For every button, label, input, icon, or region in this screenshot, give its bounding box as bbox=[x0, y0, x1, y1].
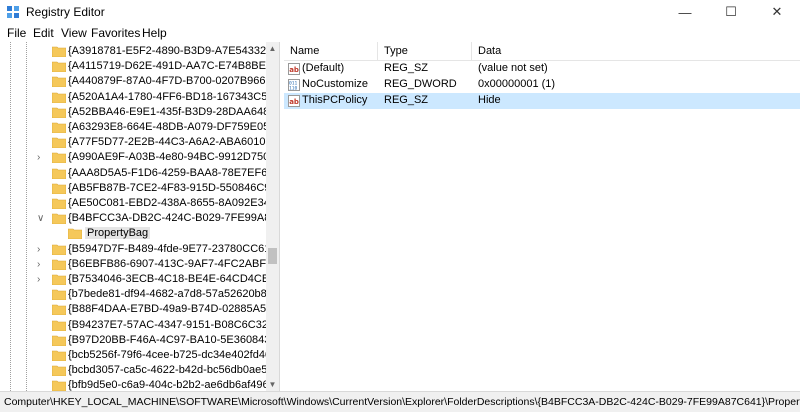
value-name: NoCustomize bbox=[302, 78, 369, 90]
folder-icon bbox=[52, 213, 66, 225]
tree-item-label: {AB5FB87B-7CE2-4F83-915D-550846C9537B} bbox=[68, 181, 279, 194]
string-value-icon: ab bbox=[288, 63, 300, 75]
svg-text:ab: ab bbox=[289, 66, 299, 74]
column-header-name[interactable]: Name bbox=[290, 45, 319, 57]
value-row[interactable]: ab (Default) REG_SZ (value not set) bbox=[284, 61, 800, 77]
list-header: Name Type Data bbox=[284, 42, 800, 61]
tree-item-label: {B5947D7F-B489-4fde-9E77-23780CC610D1} bbox=[68, 242, 279, 255]
folder-icon bbox=[52, 61, 66, 73]
folder-icon bbox=[52, 244, 66, 255]
value-data: (value not set) bbox=[478, 62, 548, 74]
folder-icon bbox=[52, 77, 66, 88]
status-bar: Computer\HKEY_LOCAL_MACHINE\SOFTWARE\Mic… bbox=[0, 391, 800, 412]
tree-item-label: {A4115719-D62E-491D-AA7C-E74B8BE3B067} bbox=[68, 60, 279, 73]
tree-item-label: {AAA8D5A5-F1D6-4259-BAA8-78E7EF60835E} bbox=[68, 166, 279, 179]
svg-text:110: 110 bbox=[289, 86, 298, 92]
folder-icon bbox=[68, 229, 82, 240]
registry-editor-icon bbox=[7, 6, 19, 18]
chevron-down-icon[interactable]: ∨ bbox=[37, 213, 47, 225]
menu-file[interactable]: File bbox=[7, 26, 26, 40]
value-type: REG_DWORD bbox=[384, 78, 457, 90]
value-type: REG_SZ bbox=[384, 94, 429, 106]
tree-item[interactable]: {bfb9d5e0-c6a9-404c-b2b2-ae6db6af4968} bbox=[0, 377, 278, 391]
column-header-data[interactable]: Data bbox=[478, 45, 501, 57]
tree-item-label: {A440879F-87A0-4F7D-B700-0207B966194A} bbox=[68, 75, 279, 88]
maximize-icon: ☐ bbox=[725, 4, 737, 19]
minimize-button[interactable]: — bbox=[662, 0, 708, 24]
column-divider[interactable] bbox=[377, 42, 378, 60]
maximize-button[interactable]: ☐ bbox=[708, 0, 754, 24]
close-button[interactable]: ✕ bbox=[754, 0, 800, 24]
tree-item-label: {A52BBA46-E9E1-435f-B3D9-28DAA648C0F6} bbox=[68, 105, 279, 118]
column-header-type[interactable]: Type bbox=[384, 45, 408, 57]
tree-item-label: {B94237E7-57AC-4347-9151-B08C6C32D1F7} bbox=[68, 318, 279, 331]
menu-bar: File Edit View Favorites Help bbox=[0, 24, 800, 42]
chevron-right-icon[interactable]: › bbox=[37, 244, 47, 256]
scrollbar-thumb[interactable] bbox=[268, 248, 277, 264]
folder-icon bbox=[52, 122, 66, 133]
tree-item-label: {bcbd3057-ca5c-4622-b42d-bc56db0ae516} bbox=[68, 364, 279, 377]
value-data: Hide bbox=[478, 94, 501, 106]
tree-scrollbar[interactable]: ▲ ▼ bbox=[266, 42, 279, 391]
binary-value-icon: 011110 bbox=[288, 79, 300, 91]
folder-icon bbox=[52, 46, 66, 57]
menu-help[interactable]: Help bbox=[142, 26, 167, 40]
tree-item-label: {A3918781-E5F2-4890-B3D9-A7E54332328C} bbox=[68, 45, 279, 57]
tree-item-label: {A520A1A4-1780-4FF6-BD18-167343C5AF16} bbox=[68, 90, 279, 103]
tree-item-label: {A63293E8-664E-48DB-A079-DF759E0509F7} bbox=[68, 121, 279, 133]
tree-item-label: PropertyBag bbox=[85, 227, 151, 240]
folder-icon bbox=[52, 335, 66, 346]
tree-item-label: {B88F4DAA-E7BD-49a9-B74D-02885A5DC765} bbox=[68, 303, 279, 316]
svg-text:ab: ab bbox=[289, 98, 299, 106]
tree-item-label: {B97D20BB-F46A-4C97-BA10-5E3608430854} bbox=[68, 333, 279, 346]
folder-icon bbox=[52, 350, 66, 361]
value-row[interactable]: ab ThisPCPolicy REG_SZ Hide bbox=[284, 93, 800, 109]
folder-icon bbox=[52, 92, 66, 103]
tree-item-label: {B6EBFB86-6907-413C-9AF7-4FC2ABF07CC5} bbox=[68, 257, 279, 270]
folder-icon bbox=[52, 320, 66, 331]
string-value-icon: ab bbox=[288, 95, 300, 107]
column-divider[interactable] bbox=[471, 42, 472, 60]
key-tree-pane[interactable]: {A3918781-E5F2-4890-B3D9-A7E54332328C} {A… bbox=[0, 42, 279, 391]
close-icon: ✕ bbox=[771, 4, 783, 19]
chevron-right-icon[interactable]: › bbox=[37, 274, 47, 286]
folder-icon bbox=[52, 289, 66, 301]
value-data: 0x00000001 (1) bbox=[478, 78, 556, 90]
folder-icon bbox=[52, 381, 66, 391]
tree-item-label: {A990AE9F-A03B-4e80-94BC-9912D7504104} bbox=[68, 151, 279, 164]
tree-item-label: {b7bede81-df94-4682-a7d8-57a52620b86f} bbox=[68, 288, 279, 301]
folder-icon bbox=[52, 305, 66, 316]
menu-view[interactable]: View bbox=[61, 26, 87, 40]
folder-icon bbox=[52, 259, 66, 270]
folder-icon bbox=[52, 168, 66, 179]
chevron-right-icon[interactable]: › bbox=[37, 152, 47, 164]
folder-icon bbox=[52, 183, 66, 194]
value-type: REG_SZ bbox=[384, 62, 429, 74]
folder-icon bbox=[52, 137, 66, 149]
values-list-pane[interactable]: Name Type Data ab (Default) REG_SZ (value n… bbox=[284, 42, 800, 391]
scroll-up-arrow-icon[interactable]: ▲ bbox=[266, 42, 279, 55]
status-path: Computer\HKEY_LOCAL_MACHINE\SOFTWARE\Mic… bbox=[4, 396, 800, 408]
minimize-icon: — bbox=[678, 4, 692, 20]
folder-icon bbox=[52, 365, 66, 377]
menu-edit[interactable]: Edit bbox=[33, 26, 54, 40]
tree-item-label: {bfb9d5e0-c6a9-404c-b2b2-ae6db6af4968} bbox=[68, 379, 279, 391]
tree-item-label: {B7534046-3ECB-4C18-BE4E-64CD4CB7D6AC} bbox=[68, 273, 279, 285]
menu-favorites[interactable]: Favorites bbox=[91, 26, 140, 40]
scroll-down-arrow-icon[interactable]: ▼ bbox=[266, 378, 279, 391]
chevron-right-icon[interactable]: › bbox=[37, 259, 47, 271]
folder-icon bbox=[52, 107, 66, 118]
window-title: Registry Editor bbox=[26, 5, 105, 19]
folder-icon bbox=[52, 153, 66, 164]
value-name: ThisPCPolicy bbox=[302, 94, 368, 106]
tree-item-label: {A77F5D77-2E2B-44C3-A6A2-ABA601054A51} bbox=[68, 136, 279, 149]
tree-item-label: {B4BFCC3A-DB2C-424C-B029-7FE99A87C641} bbox=[68, 212, 279, 225]
folder-icon bbox=[52, 274, 66, 285]
value-row[interactable]: 011 110 NoCustomize REG_DWORD 0x00000001 (1) bbox=[284, 77, 800, 93]
folder-icon bbox=[52, 198, 66, 209]
tree-item-label: {AE50C081-EBD2-438A-8655-8A092E34987A} bbox=[68, 197, 279, 209]
tree-item-label: {bcb5256f-79f6-4cee-b725-dc34e402fd46} bbox=[68, 349, 275, 361]
value-name: (Default) bbox=[302, 62, 345, 74]
title-bar: Registry Editor — ☐ ✕ bbox=[0, 0, 800, 24]
